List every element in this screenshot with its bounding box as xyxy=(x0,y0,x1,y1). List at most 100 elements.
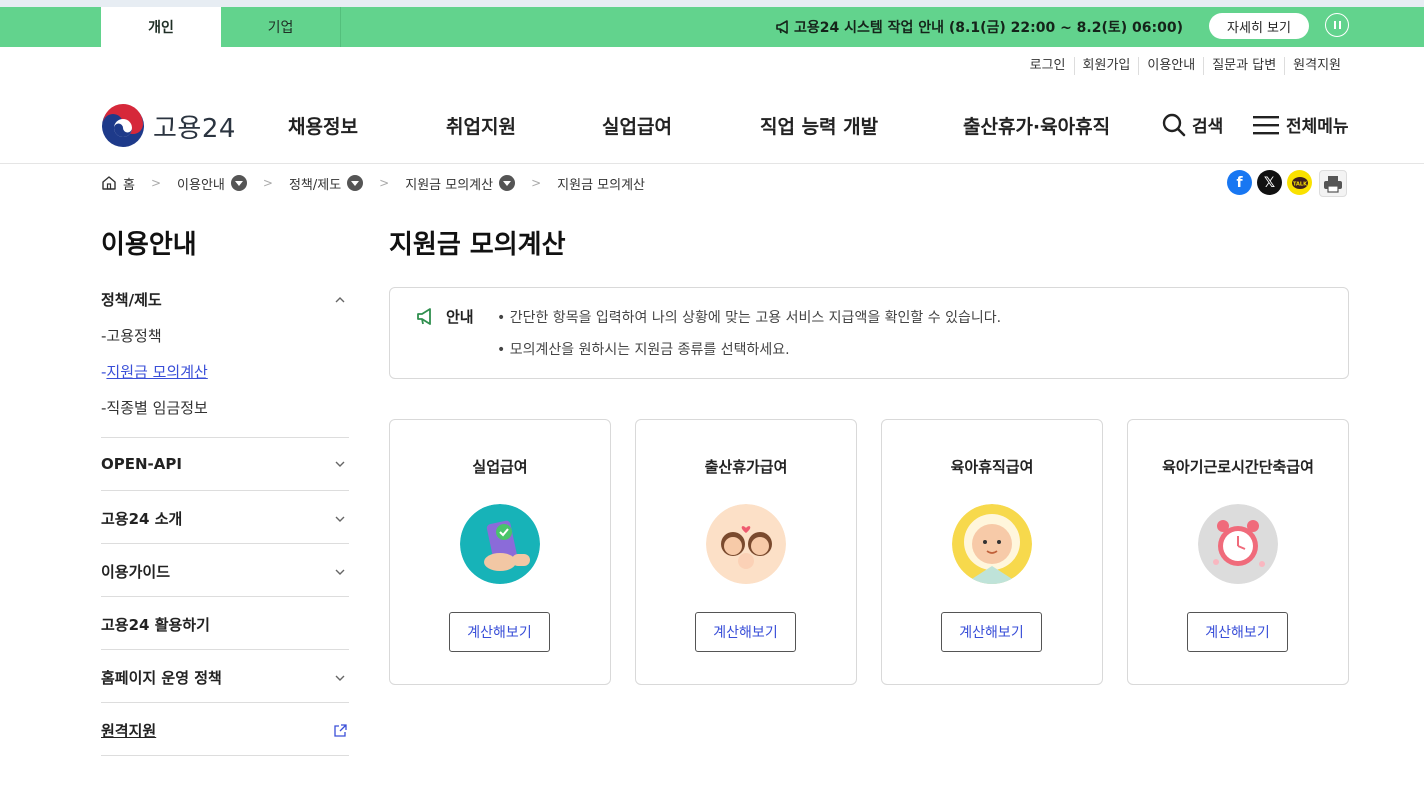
card-reduced-hours: 육아기근로시간단축급여 계산해보기 xyxy=(1127,419,1349,685)
sidebar-title: 이용안내 xyxy=(101,230,197,260)
card-title: 육아휴직급여 xyxy=(950,458,1034,476)
search-button[interactable]: 검색 xyxy=(1162,112,1223,137)
svg-text:TALK: TALK xyxy=(1293,181,1308,187)
pause-icon[interactable] xyxy=(1325,13,1349,37)
dropdown-icon[interactable] xyxy=(230,175,247,191)
chevron-up-icon xyxy=(335,296,345,302)
sidebar-section-remote[interactable]: 원격지원 xyxy=(101,720,349,741)
faq-link[interactable]: 질문과 답변 xyxy=(1203,57,1284,75)
dropdown-icon[interactable] xyxy=(347,175,364,191)
calculate-button[interactable]: 계산해보기 xyxy=(941,612,1042,652)
notice-text-wrap[interactable]: 고용24 시스템 작업 안내 (8.1(금) 22:00 ~ 8.2(토) 06… xyxy=(776,7,1183,47)
sidebar-section-policy[interactable]: 정책/제도 xyxy=(101,289,349,310)
sidebar-section-openapi[interactable]: OPEN-API xyxy=(101,455,349,473)
top-strip xyxy=(0,0,1424,7)
tab-corporate[interactable]: 기업 xyxy=(221,7,341,47)
card-maternity: 출산휴가급여 계산해보기 xyxy=(635,419,857,685)
search-icon xyxy=(1162,113,1186,136)
sidebar-divider xyxy=(101,490,349,491)
card-unemployment: 실업급여 계산해보기 xyxy=(389,419,611,685)
chevron-right-icon: > xyxy=(150,176,162,190)
gnb-jobs[interactable]: 채용정보 xyxy=(288,112,358,139)
notice-banner: 개인 기업 고용24 시스템 작업 안내 (8.1(금) 22:00 ~ 8.2… xyxy=(0,7,1424,47)
sidebar-section-label: 정책/제도 xyxy=(101,291,162,309)
login-link[interactable]: 로그인 xyxy=(1022,57,1074,75)
megaphone-icon xyxy=(417,307,431,325)
info-box: 안내 • 간단한 항목을 입력하여 나의 상황에 맞는 고용 서비스 지급액을 … xyxy=(389,287,1349,379)
sidebar-divider xyxy=(101,755,349,756)
card-title: 실업급여 xyxy=(472,458,528,476)
chevron-down-icon xyxy=(335,569,345,575)
sidebar-section-label: 원격지원 xyxy=(101,722,157,740)
chevron-right-icon: > xyxy=(262,176,273,190)
sidebar-section-about[interactable]: 고용24 소개 xyxy=(101,508,349,529)
all-menu-button[interactable]: 전체메뉴 xyxy=(1253,112,1349,137)
breadcrumb-item[interactable]: 정책/제도 xyxy=(289,174,341,193)
sidebar-section-label: 고용24 소개 xyxy=(101,510,183,528)
card-parental-leave: 육아휴직급여 계산해보기 xyxy=(881,419,1103,685)
phone-check-icon xyxy=(460,504,540,584)
sidebar-sub-item[interactable]: -직종별 임금정보 xyxy=(101,397,208,418)
gnb-employment-support[interactable]: 취업지원 xyxy=(446,112,516,139)
calculate-button[interactable]: 계산해보기 xyxy=(449,612,550,652)
print-icon[interactable] xyxy=(1319,170,1347,197)
chevron-right-icon: > xyxy=(379,176,390,190)
sidebar-divider xyxy=(101,649,349,650)
sidebar-section-usage[interactable]: 고용24 활용하기 xyxy=(101,614,349,635)
breadcrumb-current: 지원금 모의계산 xyxy=(557,177,646,193)
sidebar-sub-item[interactable]: -고용정책 xyxy=(101,325,162,346)
sidebar-divider xyxy=(101,437,349,438)
card-title: 육아기근로시간단축급여 xyxy=(1162,458,1314,476)
chevron-right-icon: > xyxy=(531,176,542,190)
alarm-clock-icon xyxy=(1198,504,1278,584)
x-icon[interactable]: 𝕏 xyxy=(1257,170,1282,195)
info-label-text: 안내 xyxy=(446,308,474,326)
card-title: 출산휴가급여 xyxy=(704,458,788,476)
taegeuk-logo-icon xyxy=(102,104,144,147)
chevron-down-icon xyxy=(335,461,345,467)
site-logo[interactable]: 고용24 xyxy=(101,104,236,148)
all-menu-label: 전체메뉴 xyxy=(1286,117,1349,137)
sidebar-divider xyxy=(101,596,349,597)
breadcrumb-item[interactable]: 이용안내 xyxy=(177,174,225,193)
dropdown-icon[interactable] xyxy=(499,175,516,191)
sidebar-divider xyxy=(101,702,349,703)
gnb-unemployment-benefit[interactable]: 실업급여 xyxy=(602,112,672,139)
baby-icon xyxy=(952,504,1032,584)
breadcrumb-home[interactable]: 홈 xyxy=(123,174,135,193)
info-line: • 간단한 항목을 입력하여 나의 상황에 맞는 고용 서비스 지급액을 확인할… xyxy=(497,310,1002,326)
gnb-parental-leave[interactable]: 출산휴가·육아휴직 xyxy=(963,112,1110,139)
breadcrumb: 홈 > 이용안내 > 정책/제도 > 지원금 모의계산 > 지원금 모의계산 xyxy=(101,174,646,193)
sidebar-section-policy-site[interactable]: 홈페이지 운영 정책 xyxy=(101,667,349,688)
info-line: • 모의계산을 원하시는 지원금 종류를 선택하세요. xyxy=(497,342,790,358)
sidebar-section-label: 홈페이지 운영 정책 xyxy=(101,669,222,687)
chevron-down-icon xyxy=(335,675,345,681)
chevron-down-icon xyxy=(335,516,345,522)
gnb-job-skills[interactable]: 직업 능력 개발 xyxy=(760,112,878,139)
calculate-button[interactable]: 계산해보기 xyxy=(695,612,796,652)
remote-support-link[interactable]: 원격지원 xyxy=(1284,57,1349,75)
hamburger-icon xyxy=(1253,115,1279,134)
tab-personal[interactable]: 개인 xyxy=(101,7,221,47)
megaphone-icon xyxy=(776,20,788,34)
facebook-icon[interactable]: f xyxy=(1227,170,1252,195)
notice-text: 고용24 시스템 작업 안내 (8.1(금) 22:00 ~ 8.2(토) 06… xyxy=(793,20,1183,36)
calculate-button[interactable]: 계산해보기 xyxy=(1187,612,1288,652)
sidebar-section-label: 이용가이드 xyxy=(101,563,171,581)
page-title: 지원금 모의계산 xyxy=(389,230,566,260)
sidebar-section-label: OPEN-API xyxy=(101,455,182,473)
signup-link[interactable]: 회원가입 xyxy=(1073,57,1139,75)
header-divider xyxy=(0,163,1424,164)
search-label: 검색 xyxy=(1192,117,1224,137)
breadcrumb-item[interactable]: 지원금 모의계산 xyxy=(405,174,493,193)
utility-links: 로그인 회원가입 이용안내 질문과 답변 원격지원 xyxy=(1022,57,1349,75)
home-icon[interactable] xyxy=(101,175,117,191)
sidebar-section-guide[interactable]: 이용가이드 xyxy=(101,561,349,582)
family-icon xyxy=(706,504,786,584)
sidebar-sub-item-active[interactable]: -지원금 모의계산 xyxy=(101,361,208,382)
kakaotalk-icon[interactable]: TALK xyxy=(1287,170,1312,195)
notice-more-button[interactable]: 자세히 보기 xyxy=(1209,13,1309,39)
logo-text: 고용24 xyxy=(153,113,236,144)
guide-link[interactable]: 이용안내 xyxy=(1138,57,1203,75)
sidebar-section-label: 고용24 활용하기 xyxy=(101,616,210,634)
